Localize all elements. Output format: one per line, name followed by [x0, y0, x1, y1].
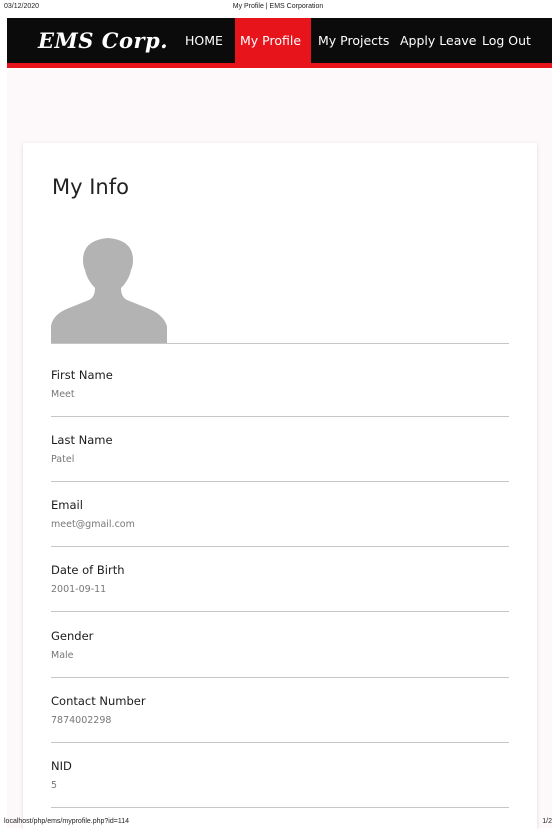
nav-home[interactable]: HOME — [180, 18, 233, 63]
date-of-birth-field: Date of Birth 2001-09-11 — [51, 563, 509, 612]
card-title: My Info — [52, 175, 129, 199]
contact-number-label: Contact Number — [51, 694, 146, 708]
gender-value: Male — [51, 650, 74, 661]
brand-logo[interactable]: EMS Corp. — [38, 28, 168, 53]
nav-apply-leave[interactable]: Apply Leave — [395, 18, 477, 63]
contact-number-field: Contact Number 7874002298 — [51, 694, 509, 743]
email-label: Email — [51, 498, 83, 512]
gender-label: Gender — [51, 629, 94, 643]
nid-value: 5 — [51, 780, 58, 791]
print-footer: localhost/php/ems/myprofile.php?id=114 1… — [0, 815, 556, 829]
first-name-label: First Name — [51, 368, 113, 382]
nav-my-projects[interactable]: My Projects — [313, 18, 397, 63]
nid-field: NID 5 — [51, 759, 509, 808]
contact-number-value: 7874002298 — [51, 715, 112, 726]
date-of-birth-label: Date of Birth — [51, 563, 125, 577]
first-name-field: First Name Meet — [51, 368, 509, 417]
profile-card: My Info First Name Meet Last Name Patel … — [23, 143, 537, 829]
nav-my-profile[interactable]: My Profile — [235, 18, 311, 63]
email-field: Email meet@gmail.com — [51, 498, 509, 547]
gender-field: Gender Male — [51, 629, 509, 678]
user-silhouette-icon — [51, 238, 167, 344]
first-name-value: Meet — [51, 389, 75, 400]
avatar-divider — [51, 343, 509, 344]
nid-label: NID — [51, 759, 72, 773]
print-header: 03/12/2020 My Profile | EMS Corporation — [0, 0, 556, 14]
nav-log-out[interactable]: Log Out — [477, 18, 537, 63]
date-of-birth-value: 2001-09-11 — [51, 584, 107, 595]
print-page-title: My Profile | EMS Corporation — [232, 3, 324, 10]
print-url: localhost/php/ems/myprofile.php?id=114 — [4, 818, 129, 825]
top-navbar: EMS Corp. HOME My Profile My Projects Ap… — [7, 18, 552, 68]
print-page-number: 1/2 — [542, 818, 552, 825]
last-name-field: Last Name Patel — [51, 433, 509, 482]
last-name-value: Patel — [51, 454, 75, 465]
email-value: meet@gmail.com — [51, 519, 135, 530]
last-name-label: Last Name — [51, 433, 113, 447]
